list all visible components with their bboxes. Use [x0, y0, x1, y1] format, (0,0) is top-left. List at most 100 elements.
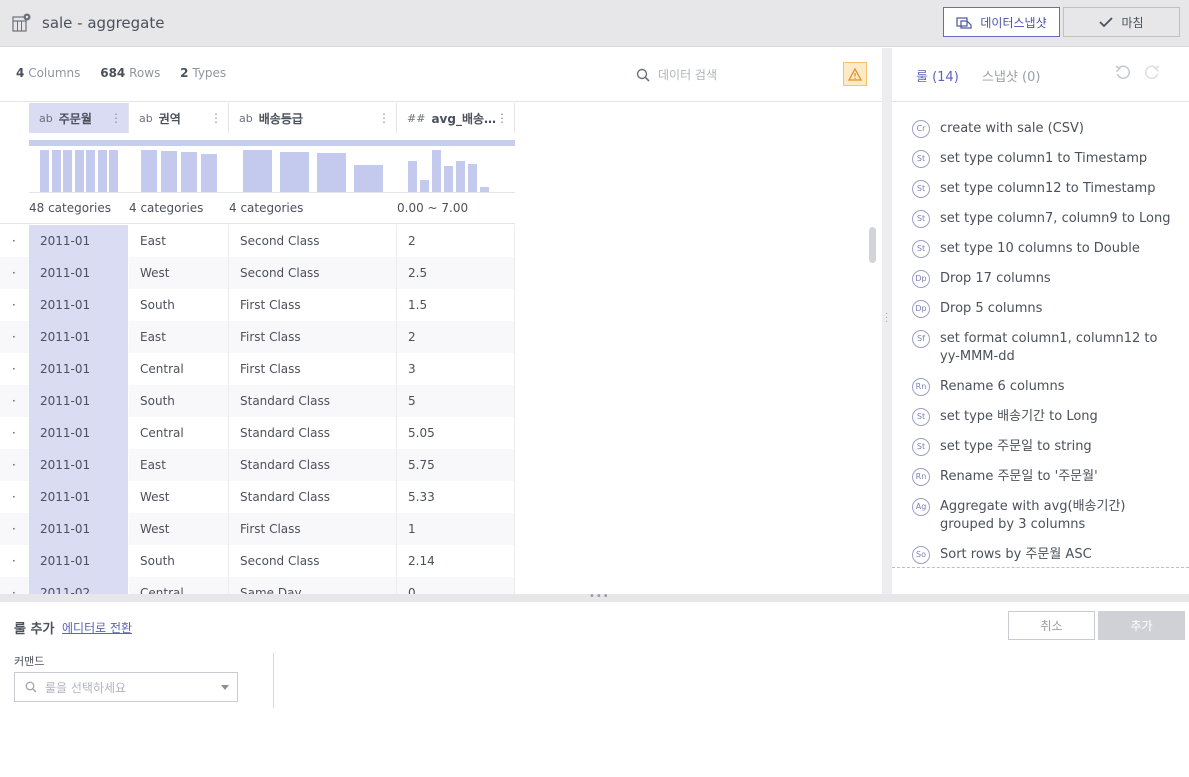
column-histogram[interactable] [397, 146, 515, 193]
column-histogram[interactable] [129, 146, 229, 193]
table-cell[interactable]: 0 [397, 577, 515, 594]
data-snapshot-button[interactable]: 데이터스냅샷 [943, 7, 1060, 37]
histogram-bar[interactable] [408, 161, 417, 192]
table-row[interactable]: · 2011-01 South Standard Class 5 [0, 385, 515, 417]
table-cell[interactable]: 2011-01 [29, 417, 129, 449]
table-cell[interactable]: 5.05 [397, 417, 515, 449]
cancel-button[interactable]: 취소 [1008, 611, 1095, 640]
table-cell[interactable]: First Class [229, 289, 397, 321]
table-cell[interactable]: Standard Class [229, 385, 397, 417]
histogram-bar[interactable] [354, 165, 383, 192]
histogram-bar[interactable] [444, 166, 453, 192]
table-cell[interactable]: 5.75 [397, 449, 515, 481]
table-cell[interactable]: Same Day [229, 577, 397, 594]
warning-button[interactable] [843, 62, 867, 86]
table-cell[interactable]: Second Class [229, 545, 397, 577]
table-row[interactable]: · 2011-02 Central Same Day 0 [0, 577, 515, 594]
table-row[interactable]: · 2011-01 East Second Class 2 [0, 225, 515, 257]
histogram-bar[interactable] [74, 150, 84, 192]
histogram-bar[interactable] [40, 150, 49, 192]
table-cell[interactable]: 5.33 [397, 481, 515, 513]
table-row[interactable]: · 2011-01 West Standard Class 5.33 [0, 481, 515, 513]
table-cell[interactable]: 2011-01 [29, 289, 129, 321]
table-cell[interactable]: 2.5 [397, 257, 515, 289]
table-cell[interactable]: 2011-01 [29, 481, 129, 513]
column-header-avg-배송[interactable]: ## avg_배송… ⋮ [397, 103, 515, 133]
table-cell[interactable]: 5 [397, 385, 515, 417]
histogram-bar[interactable] [420, 180, 429, 192]
resize-grip-icon[interactable]: ••• [589, 592, 610, 602]
table-cell[interactable]: Standard Class [229, 481, 397, 513]
table-cell[interactable]: 3 [397, 353, 515, 385]
table-cell[interactable]: South [129, 385, 229, 417]
histogram-bar[interactable] [141, 150, 157, 192]
histogram-bar[interactable] [97, 150, 107, 192]
switch-to-editor-link[interactable]: 에디터로 전환 [62, 619, 132, 636]
command-select[interactable]: 룰을 선택하세요 [14, 672, 238, 702]
table-cell[interactable]: 2011-01 [29, 321, 129, 353]
panel-splitter[interactable]: · · · [882, 48, 892, 594]
histogram-bar[interactable] [243, 150, 272, 192]
undo-icon[interactable] [1114, 64, 1132, 82]
column-header-주문월[interactable]: ab 주문월 ⋮ [29, 103, 129, 133]
redo-icon[interactable] [1143, 64, 1161, 82]
splitter-grip-icon[interactable]: · · · [885, 310, 888, 328]
chevron-down-icon[interactable] [221, 685, 229, 690]
column-menu-icon[interactable]: ⋮ [378, 111, 390, 125]
histogram-bar[interactable] [480, 187, 489, 192]
column-menu-icon[interactable]: ⋮ [210, 111, 222, 125]
histogram-bar[interactable] [63, 150, 72, 192]
tab-rules[interactable]: 룰 (14) [916, 66, 959, 85]
histogram-bar[interactable] [468, 164, 477, 192]
table-cell[interactable]: 1 [397, 513, 515, 545]
table-cell[interactable]: 1.5 [397, 289, 515, 321]
table-cell[interactable]: South [129, 545, 229, 577]
table-cell[interactable]: West [129, 257, 229, 289]
grid-scrollbar[interactable] [866, 225, 878, 594]
histogram-bar[interactable] [51, 150, 61, 192]
table-row[interactable]: · 2011-01 South Second Class 2.14 [0, 545, 515, 577]
table-cell[interactable]: 2 [397, 225, 515, 257]
scrollbar-thumb[interactable] [869, 227, 876, 263]
table-cell[interactable]: First Class [229, 353, 397, 385]
histogram-bar[interactable] [317, 153, 346, 192]
table-cell[interactable]: West [129, 481, 229, 513]
column-menu-icon[interactable]: ⋮ [496, 111, 508, 125]
histogram-bar[interactable] [456, 161, 465, 192]
table-cell[interactable]: 2.14 [397, 545, 515, 577]
table-row[interactable]: · 2011-01 West Second Class 2.5 [0, 257, 515, 289]
table-row[interactable]: · 2011-01 East First Class 2 [0, 321, 515, 353]
column-menu-icon[interactable]: ⋮ [110, 111, 122, 125]
done-button[interactable]: 마침 [1063, 7, 1180, 37]
table-row[interactable]: · 2011-01 Central First Class 3 [0, 353, 515, 385]
table-cell[interactable]: Central [129, 577, 229, 594]
add-button[interactable]: 추가 [1098, 611, 1185, 640]
histogram-bar[interactable] [86, 150, 95, 192]
table-cell[interactable]: Standard Class [229, 417, 397, 449]
table-cell[interactable]: 2 [397, 321, 515, 353]
histogram-bar[interactable] [161, 151, 177, 192]
histogram-bar[interactable] [109, 150, 118, 192]
table-cell[interactable]: East [129, 321, 229, 353]
table-cell[interactable]: West [129, 513, 229, 545]
table-row[interactable]: · 2011-01 East Standard Class 5.75 [0, 449, 515, 481]
table-row[interactable]: · 2011-01 West First Class 1 [0, 513, 515, 545]
histogram-bar[interactable] [280, 152, 309, 192]
table-cell[interactable]: First Class [229, 513, 397, 545]
table-cell[interactable]: 2011-01 [29, 513, 129, 545]
table-row[interactable]: · 2011-01 South First Class 1.5 [0, 289, 515, 321]
column-header-권역[interactable]: ab 권역 ⋮ [129, 103, 229, 133]
data-search-input[interactable] [658, 65, 818, 85]
table-cell[interactable]: First Class [229, 321, 397, 353]
table-cell[interactable]: Standard Class [229, 449, 397, 481]
bottom-resize-bar[interactable]: ••• [0, 592, 1189, 602]
table-cell[interactable]: East [129, 449, 229, 481]
histogram-bar[interactable] [432, 150, 441, 192]
table-cell[interactable]: 2011-01 [29, 257, 129, 289]
table-cell[interactable]: Central [129, 353, 229, 385]
histogram-bar[interactable] [181, 152, 197, 192]
table-cell[interactable]: Central [129, 417, 229, 449]
table-cell[interactable]: 2011-01 [29, 385, 129, 417]
column-histogram[interactable] [229, 146, 397, 193]
table-cell[interactable]: Second Class [229, 257, 397, 289]
